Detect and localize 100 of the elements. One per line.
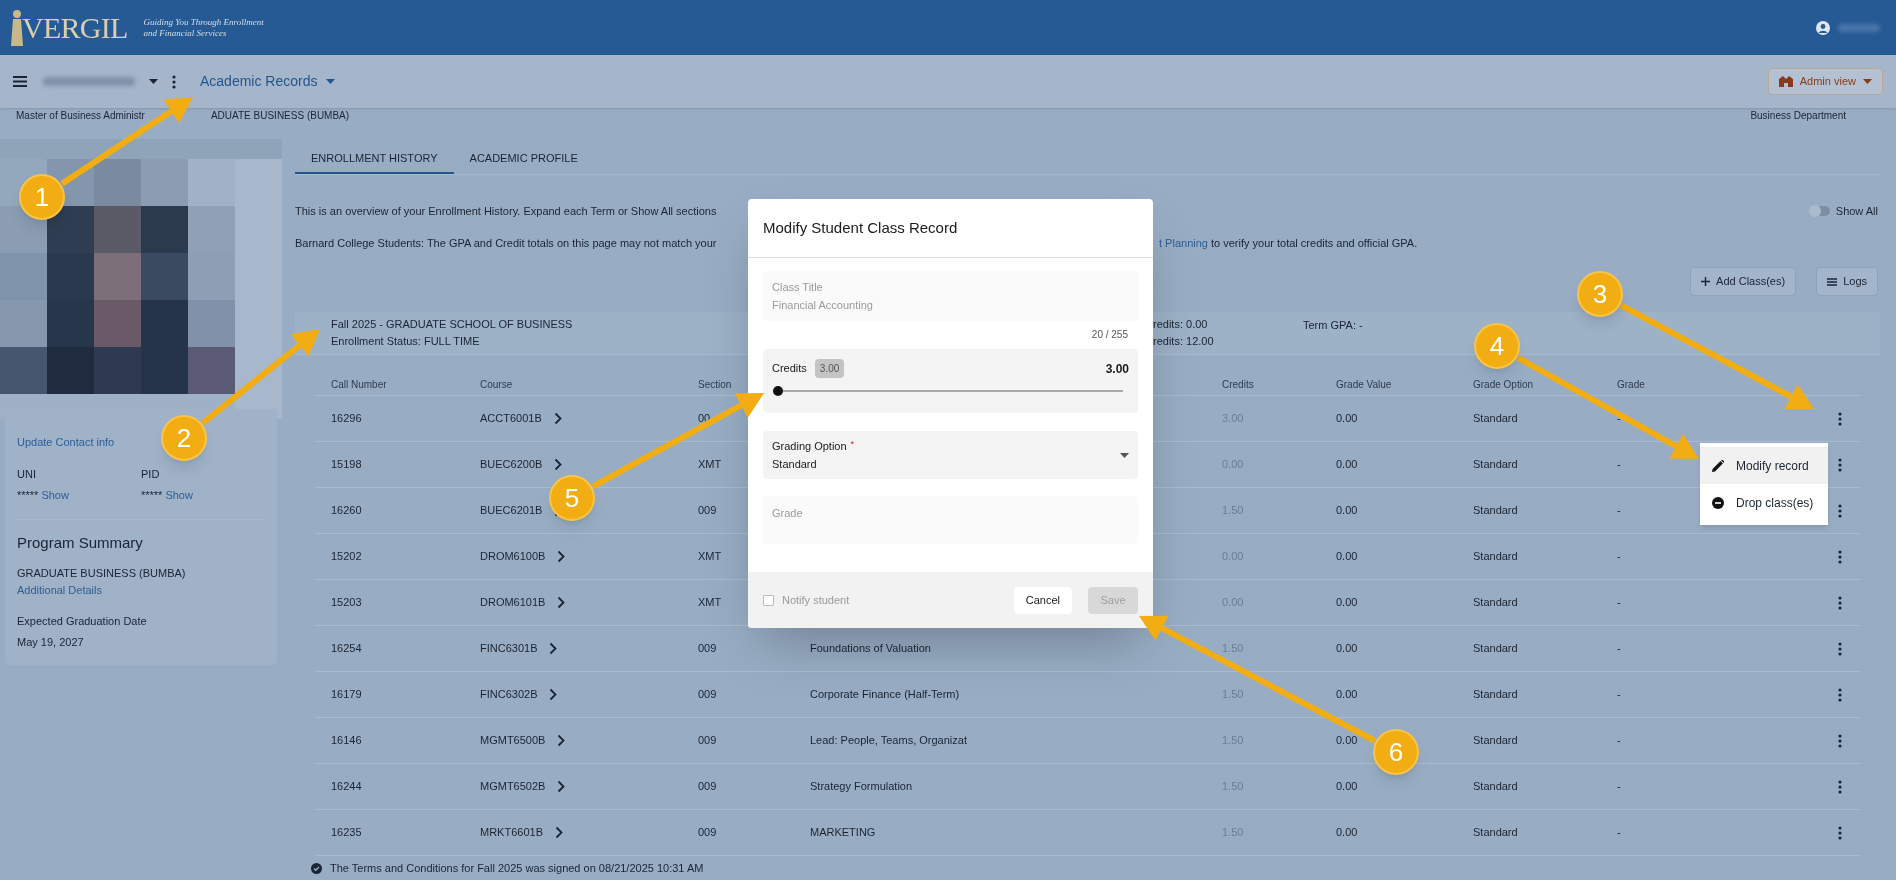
column-header: Call Number xyxy=(331,379,387,390)
course-code: FINC6302B xyxy=(480,687,538,703)
pencil-icon xyxy=(1712,459,1724,472)
course-code: DROM6100B xyxy=(480,549,546,565)
column-header: Grade Option xyxy=(1473,379,1534,390)
chevron-right-icon[interactable] xyxy=(557,734,566,747)
id-label: UNI xyxy=(17,467,37,482)
tab[interactable]: ACADEMIC PROFILE xyxy=(453,145,594,174)
table-cell: MARKETING xyxy=(810,826,876,839)
kebab-icon[interactable] xyxy=(1838,779,1842,794)
chevron-right-icon[interactable] xyxy=(557,596,566,609)
menu-item[interactable]: Modify record xyxy=(1700,447,1828,484)
table-cell: - xyxy=(1617,734,1621,747)
notify-label: Notify student xyxy=(782,592,850,608)
column-header: Course xyxy=(480,379,513,390)
course-code: MGMT6502B xyxy=(480,779,546,795)
chevron-right-icon[interactable] xyxy=(549,688,558,701)
user-avatar-icon[interactable] xyxy=(1816,20,1830,35)
table-cell: 16235 xyxy=(331,826,362,839)
chevron-right-icon[interactable] xyxy=(555,826,563,839)
table-cell: 0.00 xyxy=(1336,780,1358,793)
column-header: Credits xyxy=(1222,379,1254,390)
chevron-right-icon[interactable] xyxy=(553,412,562,425)
update-contact-link[interactable]: Update Contact info xyxy=(17,436,115,448)
grade-field[interactable]: Grade xyxy=(763,496,1138,544)
kebab-icon[interactable] xyxy=(1838,641,1842,656)
table-cell: 15202 xyxy=(331,550,362,563)
tagline: and Financial Services xyxy=(143,27,228,39)
department-name: Business Department xyxy=(1750,109,1846,123)
course-code: ACCT6001B xyxy=(480,411,542,427)
chevron-right-icon[interactable] xyxy=(554,458,563,471)
table-cell: - xyxy=(1617,826,1621,839)
kebab-icon[interactable] xyxy=(1838,457,1842,472)
course-code: BUEC6201B xyxy=(480,503,543,519)
course-code: MRKT6601B xyxy=(480,825,543,841)
table-cell: Standard xyxy=(1473,504,1518,517)
cancel-button[interactable]: Cancel xyxy=(1013,586,1072,614)
table-cell: 16179 xyxy=(331,688,362,701)
course-code: BUEC6200B xyxy=(480,457,543,473)
table-cell: Standard xyxy=(1473,458,1518,471)
table-cell: 009 xyxy=(698,688,717,701)
tab[interactable]: ENROLLMENT HISTORY xyxy=(295,145,454,174)
logo-text[interactable]: VERGIL xyxy=(22,5,128,50)
chevron-right-icon[interactable] xyxy=(557,780,566,793)
table-cell: - xyxy=(1617,412,1621,425)
tagline: Guiding You Through Enrollment xyxy=(143,16,264,28)
kebab-icon[interactable] xyxy=(1838,687,1842,702)
kebab-icon[interactable] xyxy=(1838,503,1842,518)
show-link[interactable]: Show xyxy=(41,486,69,503)
table-cell: - xyxy=(1617,550,1621,563)
action-button[interactable]: Add Class(es) xyxy=(1690,267,1797,296)
academic-records-dropdown[interactable]: Academic Records xyxy=(200,71,335,92)
kebab-icon[interactable] xyxy=(1838,733,1842,748)
chevron-right-icon[interactable] xyxy=(557,550,566,563)
chevron-right-icon[interactable] xyxy=(549,642,558,655)
table-cell: - xyxy=(1617,596,1621,609)
notice-text: Barnard College Students: The GPA and Credit totals on this page may not match your xyxy=(295,235,718,251)
callout-badge: 3 xyxy=(1577,271,1623,317)
slider-thumb[interactable] xyxy=(773,386,783,396)
course-code: DROM6101B xyxy=(480,595,546,611)
table-cell: Standard xyxy=(1473,688,1518,701)
table-cell: 16296 xyxy=(331,412,362,425)
kebab-icon[interactable] xyxy=(1838,825,1842,840)
callout-badge: 6 xyxy=(1373,729,1419,775)
course-code: MGMT6500B xyxy=(480,733,546,749)
course-code: FINC6301B xyxy=(480,641,538,657)
credits-summary: redits: 0.00 xyxy=(1153,317,1209,332)
table-cell: - xyxy=(1617,504,1621,517)
callout-badge: 5 xyxy=(549,475,595,521)
table-cell: Standard xyxy=(1473,412,1518,425)
table-cell: 009 xyxy=(698,780,717,793)
admin-view-button[interactable]: Admin view xyxy=(1767,68,1883,95)
table-cell: Foundations of Valuation xyxy=(810,642,931,655)
table-cell: 16146 xyxy=(331,734,362,747)
menu-icon[interactable] xyxy=(13,76,27,87)
intro-text: This is an overview of your Enrollment History. Expand each Term or Show All sections xyxy=(295,203,718,219)
program-label: GRADUATE BUSINESS (BUMBA) xyxy=(17,565,187,581)
table-cell: 16260 xyxy=(331,504,362,517)
kebab-icon[interactable] xyxy=(1838,595,1842,610)
table-cell: Standard xyxy=(1473,642,1518,655)
caret-icon xyxy=(1863,79,1872,84)
kebab-icon[interactable] xyxy=(1838,549,1842,564)
kebab-icon[interactable] xyxy=(1838,411,1842,426)
table-cell: Standard xyxy=(1473,596,1518,609)
additional-details-link[interactable]: Additional Details xyxy=(17,582,265,599)
masked-value: ***** xyxy=(17,487,39,503)
enrollment-status: Enrollment Status: FULL TIME xyxy=(331,334,481,349)
more-icon[interactable] xyxy=(172,74,176,89)
column-header: Grade Value xyxy=(1336,379,1392,390)
list-icon xyxy=(1827,277,1838,286)
term-gpa: Term GPA: - xyxy=(1303,318,1363,333)
grading-option-select[interactable]: Grading Option * Standard xyxy=(763,431,1138,479)
term-title: Fall 2025 - GRADUATE SCHOOL OF BUSINESS xyxy=(331,317,574,332)
action-button[interactable]: Logs xyxy=(1816,267,1878,296)
column-header: Section xyxy=(698,379,732,390)
grading-option-label: Grading Option xyxy=(772,438,847,454)
show-link[interactable]: Show xyxy=(165,486,193,503)
show-all-toggle[interactable] xyxy=(1809,206,1830,216)
menu-item[interactable]: Drop class(es) xyxy=(1700,484,1828,521)
table-cell: 15203 xyxy=(331,596,362,609)
